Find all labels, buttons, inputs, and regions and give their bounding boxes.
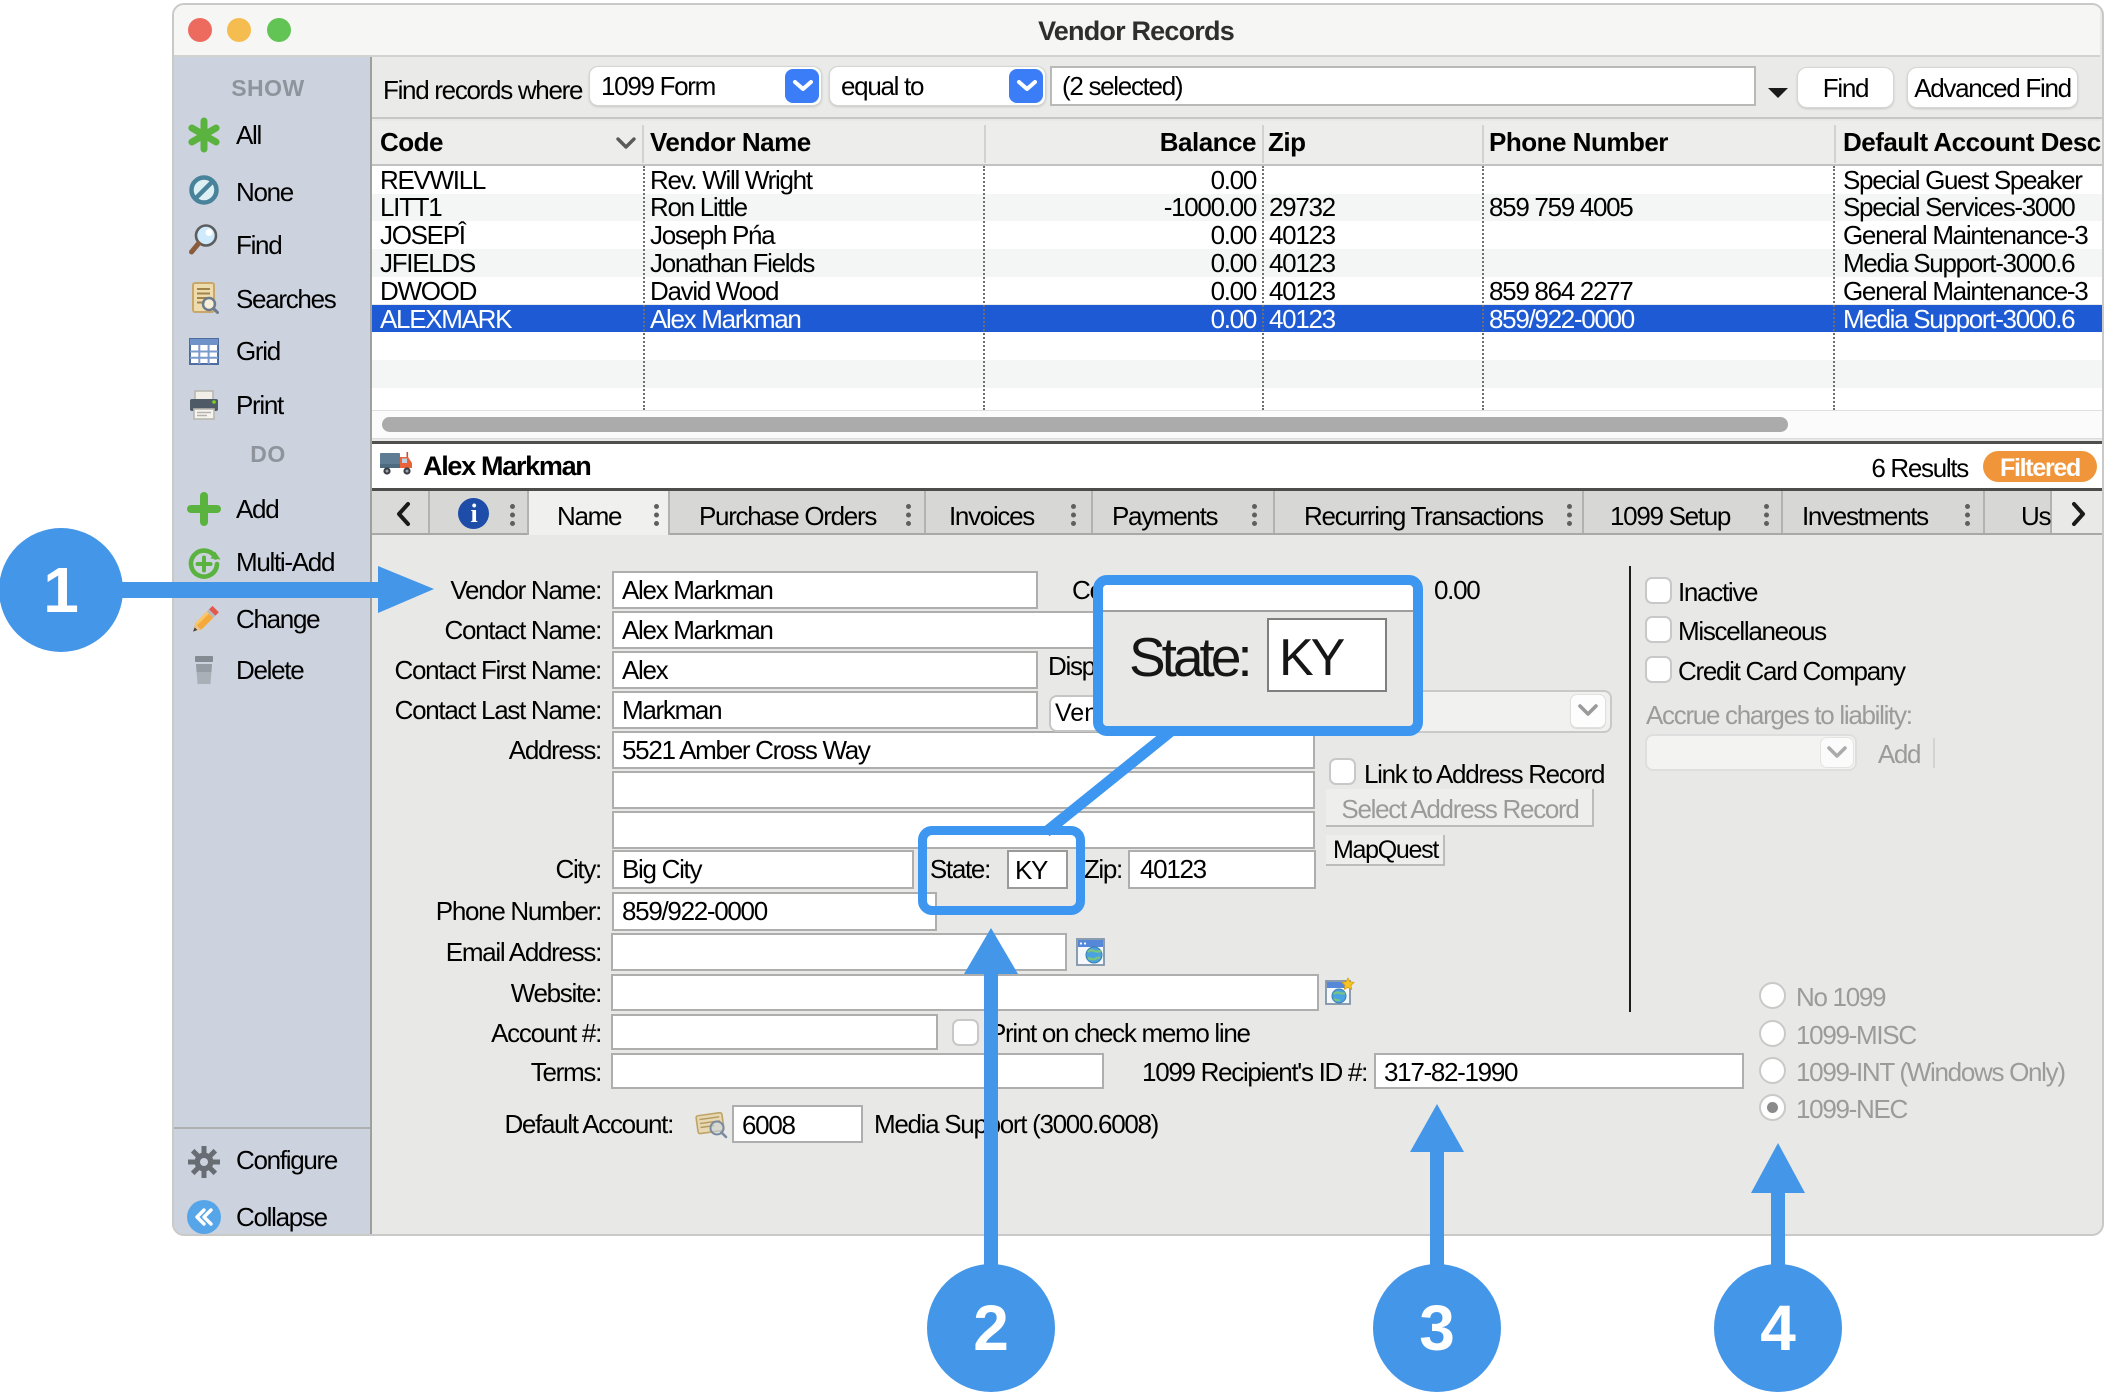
svg-text:1: 1 bbox=[43, 554, 79, 626]
svg-text:4: 4 bbox=[1760, 1292, 1796, 1364]
svg-text:2: 2 bbox=[973, 1292, 1009, 1364]
svg-text:3: 3 bbox=[1419, 1292, 1455, 1364]
